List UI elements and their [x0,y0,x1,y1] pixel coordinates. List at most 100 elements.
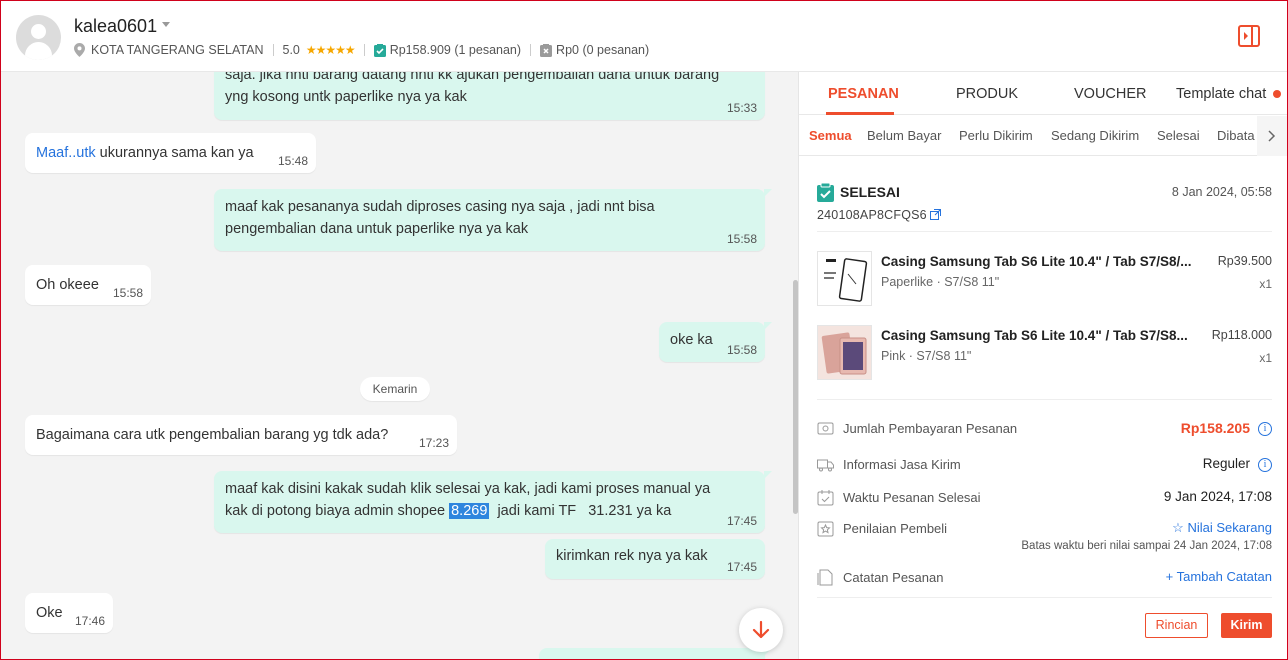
bubble-tail [764,471,772,479]
order-date: 8 Jan 2024, 05:58 [1171,185,1272,199]
divider [530,44,532,56]
subtab-selesai[interactable]: Selesai [1157,128,1200,143]
subtab-sedang-dikirim[interactable]: Sedang Dikirim [1051,128,1139,143]
message-link[interactable]: Maaf..utk [36,145,96,161]
subtab-semua[interactable]: Semua [809,128,852,143]
rate-now-link[interactable]: ☆ Nilai Sekarang [1172,520,1272,536]
panel-tabs: PESANAN PRODUK VOUCHER Template chat [799,72,1287,115]
buyer-location: KOTA TANGERANG SELATAN [91,43,264,57]
message-incoming[interactable]: Oke 17:46 [25,593,113,633]
note-icon [817,569,833,586]
order-complete-icon [817,183,834,202]
order-item[interactable]: Casing Samsung Tab S6 Lite 10.4" / Tab S… [817,325,1272,381]
message-outgoing[interactable] [539,648,772,659]
buyer-rating-row: Penilaian Pembeli ☆ Nilai Sekarang [817,519,1272,539]
add-note-link[interactable]: + Tambah Catatan [1166,569,1272,584]
buyer-rating: 5.0 [282,43,300,57]
message-text: pengembalian dana untuk paperlike nya ya… [225,221,529,237]
chat-window: kalea0601 KOTA TANGERANG SELATAN 5.0 ★★★… [0,0,1288,660]
product-name[interactable]: Casing Samsung Tab S6 Lite 10.4" / Tab S… [881,328,1201,343]
selected-text[interactable]: 8.269 [449,503,490,519]
message-time: 15:58 [726,232,757,246]
chevron-down-icon[interactable] [162,22,170,27]
message-text-line: kak di potong biaya admin shopee 8.269 j… [225,500,754,522]
payment-amount: Rp158.205 [1180,420,1250,436]
shipping-value: Reguler [1202,456,1250,471]
divider [363,44,365,56]
cancelled-order-icon [540,43,553,57]
shipping-label: Informasi Jasa Kirim [843,457,961,472]
chat-header: kalea0601 KOTA TANGERANG SELATAN 5.0 ★★★… [1,1,1287,72]
rating-stars: ★★★★★ [305,43,356,57]
notification-dot [1273,90,1281,98]
subtab-belum-bayar[interactable]: Belum Bayar [867,128,941,143]
product-price: Rp39.500 [1217,254,1272,268]
avatar-head [31,24,46,39]
arrow-down-icon [752,620,770,639]
avatar[interactable] [16,15,61,60]
rating-deadline: Batas waktu beri nilai sampai 24 Jan 202… [1021,540,1272,552]
completed-label: Waktu Pesanan Selesai [843,490,981,505]
date-separator: Kemarin [360,377,430,401]
truck-icon [817,459,834,472]
message-incoming[interactable]: Oh okeee 15:58 [25,265,151,305]
completed-time-row: Waktu Pesanan Selesai 9 Jan 2024, 17:08 [817,488,1272,508]
username[interactable]: kalea0601 [74,16,157,37]
open-link-icon[interactable] [930,209,941,220]
details-button[interactable]: Rincian [1145,613,1208,638]
payment-icon [817,422,834,435]
tab-voucher[interactable]: VOUCHER [1074,86,1147,102]
tab-template-chat[interactable]: Template chat [1176,86,1266,102]
subtabs-next-button[interactable] [1257,116,1287,156]
message-time: 15:58 [112,286,143,300]
payment-label: Jumlah Pembayaran Pesanan [843,421,1018,436]
message-text: Oh okeee [36,277,99,293]
message-time: 15:58 [726,343,757,357]
info-icon[interactable]: i [1258,458,1272,472]
send-button[interactable]: Kirim [1221,613,1272,638]
message-time: 17:46 [74,614,105,628]
message-time: 17:23 [418,436,449,450]
message-text: Bagaimana cara utk pengembalian barang y… [36,427,389,443]
unpaid-orders: Rp0 (0 pesanan) [556,43,650,57]
message-incoming[interactable]: Maaf..utk ukurannya sama kan ya 15:48 [25,133,316,173]
calendar-check-icon [817,490,834,506]
bubble-tail [764,189,772,197]
subtab-dibatalkan[interactable]: Dibata [1217,128,1255,143]
paid-check-icon [373,43,386,57]
chevron-right-icon [1268,130,1276,142]
order-item[interactable]: Casing Samsung Tab S6 Lite 10.4" / Tab S… [817,251,1272,307]
location-pin-icon [74,43,85,57]
message-time: 15:48 [277,154,308,168]
product-quantity: x1 [1259,351,1272,365]
shipping-row: Informasi Jasa Kirim Reguler i [817,455,1272,475]
message-text: maaf kak disini kakak sudah klik selesai… [225,481,711,497]
message-outgoing[interactable]: kirimkan rek nya ya kak 17:45 [545,539,765,579]
message-outgoing[interactable]: maaf kak pesananya sudah diproses casing… [214,189,772,251]
rating-label: Penilaian Pembeli [843,521,948,536]
message-outgoing[interactable]: oke ka 15:58 [659,322,772,362]
product-name[interactable]: Casing Samsung Tab S6 Lite 10.4" / Tab S… [881,254,1201,269]
message-text: jadi kami TF 31.231 ya ka [489,503,672,519]
tab-pesanan[interactable]: PESANAN [828,86,899,102]
chat-messages[interactable]: saja. jika nnti barang datang nnti kk aj… [1,72,798,659]
paid-orders: Rp158.909 (1 pesanan) [389,43,522,57]
message-outgoing[interactable]: saja. jika nnti barang datang nnti kk aj… [214,72,765,120]
divider [817,597,1272,598]
info-icon[interactable]: i [1258,422,1272,436]
tab-produk[interactable]: PRODUK [956,86,1018,102]
message-outgoing[interactable]: maaf kak disini kakak sudah klik selesai… [214,471,772,533]
subtab-perlu-dikirim[interactable]: Perlu Dikirim [959,128,1033,143]
message-incoming[interactable]: Bagaimana cara utk pengembalian barang y… [25,415,457,455]
collapse-panel-icon[interactable] [1238,25,1260,47]
message-time: 15:33 [726,101,757,115]
message-text: yng kosong untk paperlike nya ya kak [225,89,467,105]
message-text: ukurannya sama kan ya [95,145,254,161]
order-filter-tabs: Semua Belum Bayar Perlu Dikirim Sedang D… [799,116,1287,156]
bubble-tail [764,322,772,330]
order-id[interactable]: 240108AP8CFQS6 [817,208,927,222]
product-thumbnail [817,251,872,306]
scroll-to-bottom-button[interactable] [739,608,783,652]
message-time: 17:45 [726,514,757,528]
message-text: oke ka [670,332,713,348]
